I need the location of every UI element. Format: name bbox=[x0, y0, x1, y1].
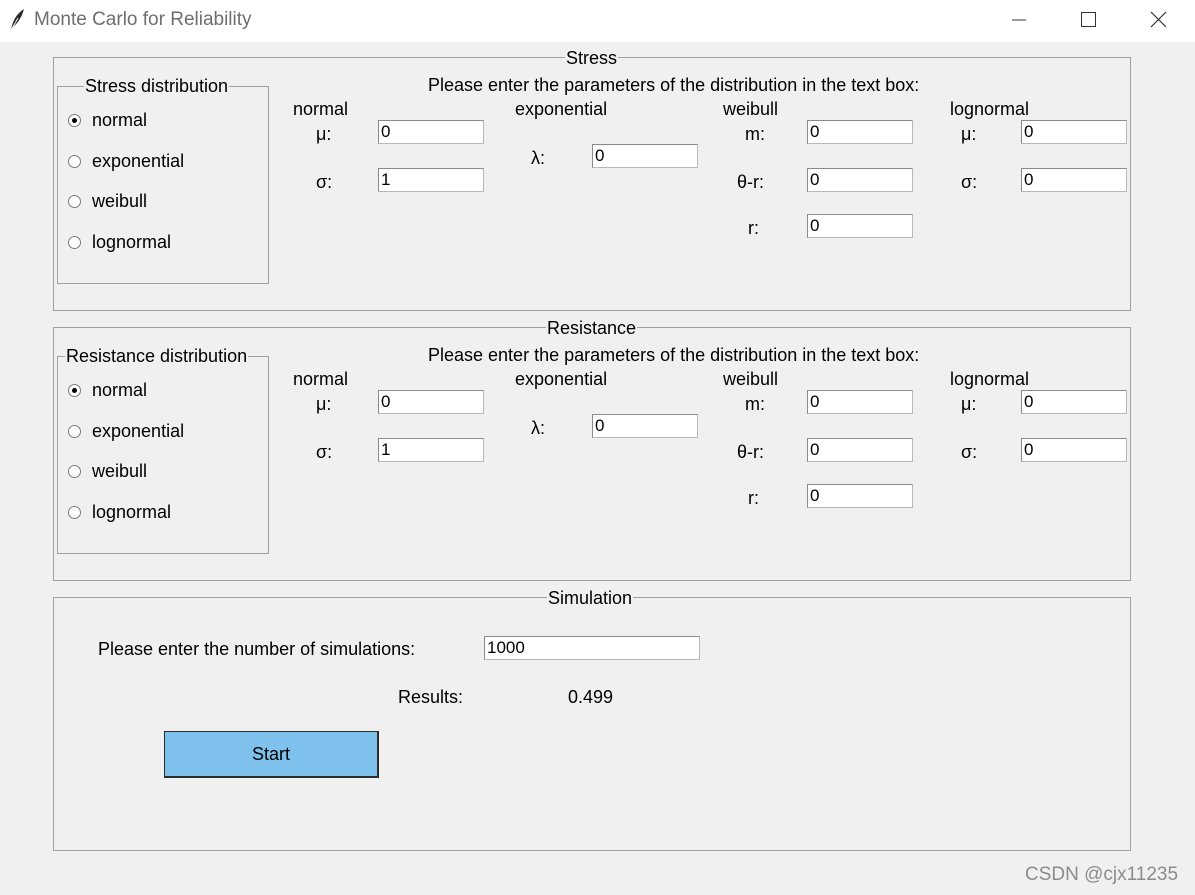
resistance-frame-title: Resistance bbox=[546, 318, 638, 338]
radio-checked-icon bbox=[68, 113, 81, 127]
radio-label: lognormal bbox=[92, 502, 172, 522]
resistance-lognormal-mu-input[interactable]: 0 bbox=[1021, 390, 1127, 414]
stress-normal-sigma-label: σ: bbox=[316, 172, 333, 192]
watermark: CSDN @cjx11235 bbox=[1025, 864, 1179, 885]
resistance-weibull-r-input[interactable]: 0 bbox=[807, 484, 913, 508]
resistance-weibull-r-label: r: bbox=[748, 488, 759, 508]
results-label: Results: bbox=[398, 687, 464, 707]
resistance-weibull-heading: weibull bbox=[723, 369, 779, 389]
stress-normal-mu-label: μ: bbox=[316, 124, 332, 144]
radio-label: normal bbox=[92, 110, 148, 130]
resistance-instruction: Please enter the parameters of the distr… bbox=[428, 345, 920, 365]
resistance-distribution-title: Resistance distribution bbox=[65, 346, 249, 366]
resistance-exponential-lambda-input[interactable]: 0 bbox=[592, 414, 698, 438]
stress-weibull-theta-label: θ-r: bbox=[737, 172, 764, 192]
simulation-count-label: Please enter the number of simulations: bbox=[98, 639, 416, 659]
stress-weibull-heading: weibull bbox=[723, 99, 779, 119]
stress-normal-sigma-input[interactable]: 1 bbox=[378, 168, 484, 192]
radio-unchecked-icon bbox=[68, 505, 81, 519]
results-value: 0.499 bbox=[568, 687, 614, 707]
maximize-button[interactable] bbox=[1065, 0, 1111, 40]
resistance-weibull-m-label: m: bbox=[745, 394, 765, 414]
title-bar[interactable]: Monte Carlo for Reliability bbox=[0, 0, 1195, 42]
stress-radio-lognormal[interactable]: lognormal bbox=[68, 231, 171, 253]
resistance-weibull-theta-label: θ-r: bbox=[737, 442, 764, 462]
resistance-lognormal-sigma-input[interactable]: 0 bbox=[1021, 438, 1127, 462]
minimize-button[interactable] bbox=[996, 0, 1042, 40]
radio-unchecked-icon bbox=[68, 194, 81, 208]
window-title: Monte Carlo for Reliability bbox=[34, 9, 252, 30]
resistance-exponential-lambda-label: λ: bbox=[531, 418, 546, 438]
resistance-normal-heading: normal bbox=[293, 369, 349, 389]
radio-label: exponential bbox=[92, 151, 185, 171]
start-button[interactable]: Start bbox=[164, 731, 379, 778]
stress-radio-weibull[interactable]: weibull bbox=[68, 190, 147, 212]
stress-lognormal-sigma-input[interactable]: 0 bbox=[1021, 168, 1127, 192]
maximize-icon bbox=[1081, 12, 1096, 27]
stress-instruction: Please enter the parameters of the distr… bbox=[428, 75, 920, 95]
radio-unchecked-icon bbox=[68, 424, 81, 438]
stress-distribution-title: Stress distribution bbox=[84, 76, 230, 96]
resistance-normal-sigma-input[interactable]: 1 bbox=[378, 438, 484, 462]
close-button[interactable] bbox=[1135, 0, 1181, 40]
stress-frame-title: Stress bbox=[565, 48, 619, 68]
stress-exponential-lambda-label: λ: bbox=[531, 148, 546, 168]
feather-icon bbox=[9, 9, 24, 32]
resistance-radio-weibull[interactable]: weibull bbox=[68, 460, 147, 482]
stress-normal-mu-input[interactable]: 0 bbox=[378, 120, 484, 144]
radio-unchecked-icon bbox=[68, 154, 81, 168]
resistance-radio-lognormal[interactable]: lognormal bbox=[68, 501, 171, 523]
radio-label: weibull bbox=[92, 191, 148, 211]
stress-weibull-theta-input[interactable]: 0 bbox=[807, 168, 913, 192]
radio-label: lognormal bbox=[92, 232, 172, 252]
stress-normal-heading: normal bbox=[293, 99, 349, 119]
resistance-weibull-m-input[interactable]: 0 bbox=[807, 390, 913, 414]
stress-radio-normal[interactable]: normal bbox=[68, 109, 147, 131]
stress-lognormal-sigma-label: σ: bbox=[961, 172, 978, 192]
resistance-lognormal-mu-label: μ: bbox=[961, 394, 977, 414]
stress-exponential-lambda-input[interactable]: 0 bbox=[592, 144, 698, 168]
radio-unchecked-icon bbox=[68, 235, 81, 249]
close-icon bbox=[1150, 11, 1167, 28]
resistance-lognormal-heading: lognormal bbox=[950, 369, 1030, 389]
stress-weibull-m-label: m: bbox=[745, 124, 765, 144]
resistance-normal-mu-input[interactable]: 0 bbox=[378, 390, 484, 414]
simulation-count-input[interactable]: 1000 bbox=[484, 636, 700, 660]
radio-label: exponential bbox=[92, 421, 185, 441]
stress-weibull-m-input[interactable]: 0 bbox=[807, 120, 913, 144]
resistance-lognormal-sigma-label: σ: bbox=[961, 442, 978, 462]
simulation-frame-title: Simulation bbox=[547, 588, 634, 608]
stress-exponential-heading: exponential bbox=[515, 99, 608, 119]
radio-label: weibull bbox=[92, 461, 148, 481]
radio-unchecked-icon bbox=[68, 464, 81, 478]
start-button-label: Start bbox=[251, 743, 290, 764]
resistance-weibull-theta-input[interactable]: 0 bbox=[807, 438, 913, 462]
stress-weibull-r-label: r: bbox=[748, 218, 759, 238]
resistance-radio-exponential[interactable]: exponential bbox=[68, 420, 184, 442]
stress-lognormal-heading: lognormal bbox=[950, 99, 1030, 119]
resistance-radio-normal[interactable]: normal bbox=[68, 379, 147, 401]
stress-radio-exponential[interactable]: exponential bbox=[68, 150, 184, 172]
resistance-exponential-heading: exponential bbox=[515, 369, 608, 389]
stress-weibull-r-input[interactable]: 0 bbox=[807, 214, 913, 238]
minimize-icon bbox=[1012, 19, 1026, 21]
stress-lognormal-mu-input[interactable]: 0 bbox=[1021, 120, 1127, 144]
stress-lognormal-mu-label: μ: bbox=[961, 124, 977, 144]
resistance-normal-sigma-label: σ: bbox=[316, 442, 333, 462]
radio-checked-icon bbox=[68, 383, 81, 397]
radio-label: normal bbox=[92, 380, 148, 400]
resistance-normal-mu-label: μ: bbox=[316, 394, 332, 414]
